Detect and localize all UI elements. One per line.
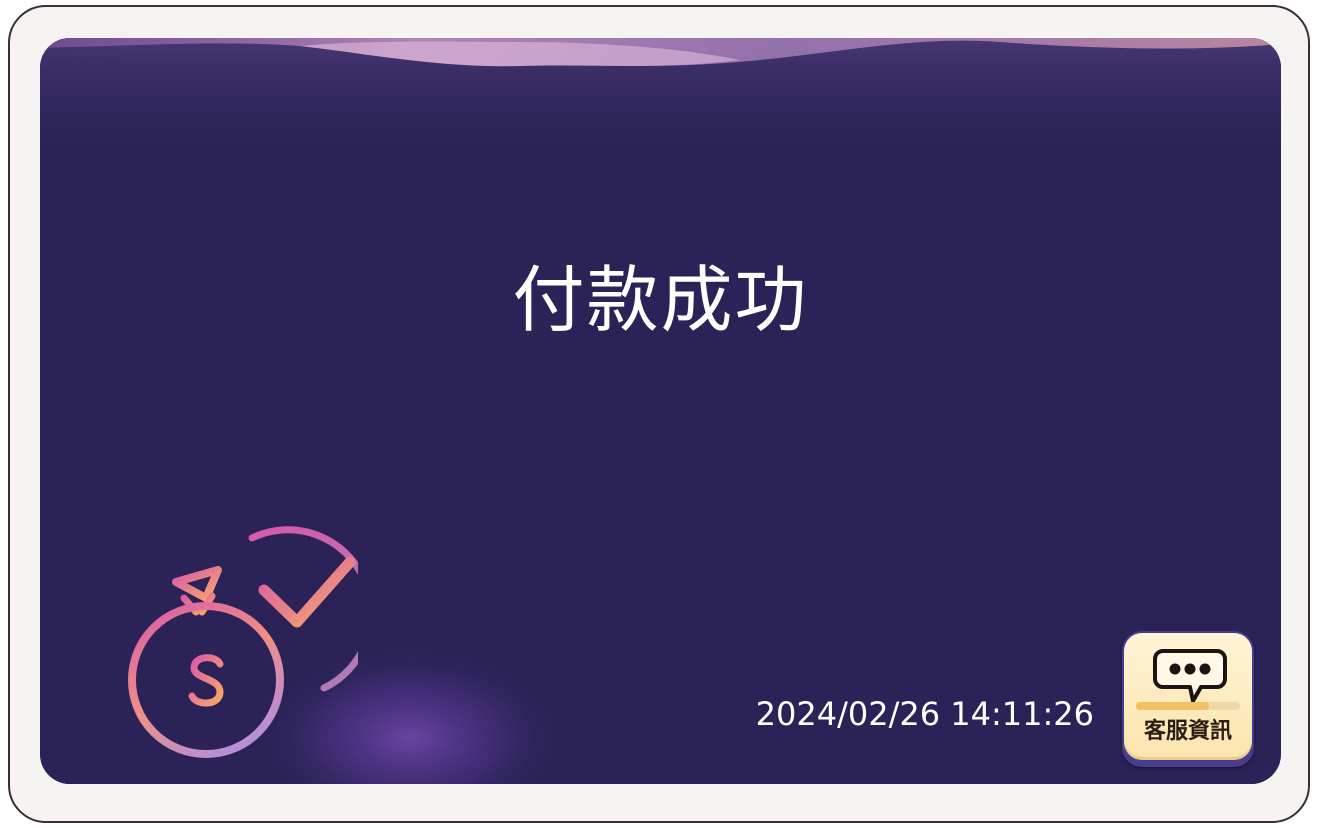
check-circle-icon (248, 526, 375, 692)
payment-illustration (78, 500, 375, 770)
customer-service-button-face[interactable]: 客服資訊 (1124, 633, 1252, 760)
payment-timestamp: 2024/02/26 14:11:26 (755, 695, 1094, 733)
payment-success-title: 付款成功 (512, 258, 809, 342)
customer-service-label: 客服資訊 (1143, 719, 1232, 744)
dollar-sign-icon (188, 644, 224, 716)
customer-service-button[interactable]: 客服資訊 (1122, 631, 1254, 767)
chat-bubble-icon (1153, 649, 1227, 703)
customer-service-progress-fill (1136, 702, 1209, 710)
customer-service-progress-bar (1136, 702, 1240, 710)
money-bag-icon (128, 566, 284, 758)
payment-result-screen: 付款成功 2024/02/26 14:11:26 客服資訊 (40, 38, 1281, 784)
